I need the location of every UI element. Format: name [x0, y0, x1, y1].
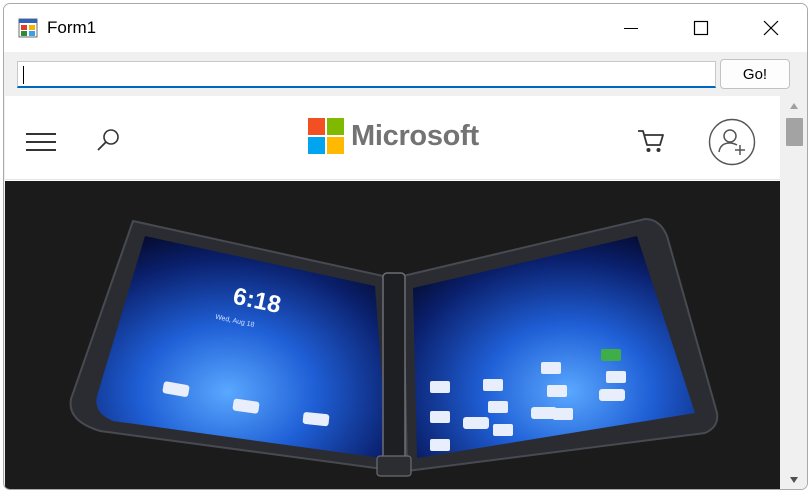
form-app-icon [18, 18, 38, 38]
scroll-up-arrow-icon [790, 103, 798, 109]
app-window: Form1 Go! Microsoft 6:18 Wed, Aug 18 [3, 3, 808, 490]
hero-banner[interactable]: 6:18 Wed, Aug 18 [5, 181, 780, 489]
maximize-icon [693, 20, 709, 36]
close-button[interactable] [736, 4, 806, 52]
microsoft-logo[interactable]: Microsoft [308, 118, 479, 154]
scroll-thumb[interactable] [786, 118, 803, 146]
window-title: Form1 [47, 18, 97, 37]
cart-icon[interactable] [636, 127, 666, 155]
surface-duo-image: 6:18 Wed, Aug 18 [69, 217, 719, 477]
site-header: Microsoft [5, 96, 780, 180]
logo-square-blue [308, 137, 325, 154]
scroll-down-button[interactable] [781, 470, 807, 489]
title-bar: Form1 [4, 4, 807, 52]
vertical-scrollbar[interactable] [781, 96, 807, 489]
scroll-up-button[interactable] [781, 96, 807, 116]
go-button[interactable]: Go! [720, 59, 790, 89]
logo-square-red [308, 118, 325, 135]
text-caret [23, 66, 24, 84]
minimize-button[interactable] [596, 4, 666, 52]
web-browser-view[interactable]: Microsoft 6:18 Wed, Aug 18 [5, 96, 780, 489]
hamburger-menu-icon[interactable] [26, 133, 60, 155]
logo-square-yellow [327, 137, 344, 154]
logo-square-green [327, 118, 344, 135]
account-sign-in-icon[interactable] [708, 118, 756, 166]
maximize-button[interactable] [666, 4, 736, 52]
address-toolbar: Go! [4, 52, 807, 96]
url-input[interactable] [17, 61, 716, 88]
search-icon[interactable] [93, 126, 123, 156]
microsoft-logo-icon [308, 118, 344, 154]
minimize-icon [624, 28, 638, 29]
brand-name: Microsoft [351, 119, 479, 152]
close-icon [763, 20, 779, 36]
scroll-down-arrow-icon [790, 477, 798, 483]
